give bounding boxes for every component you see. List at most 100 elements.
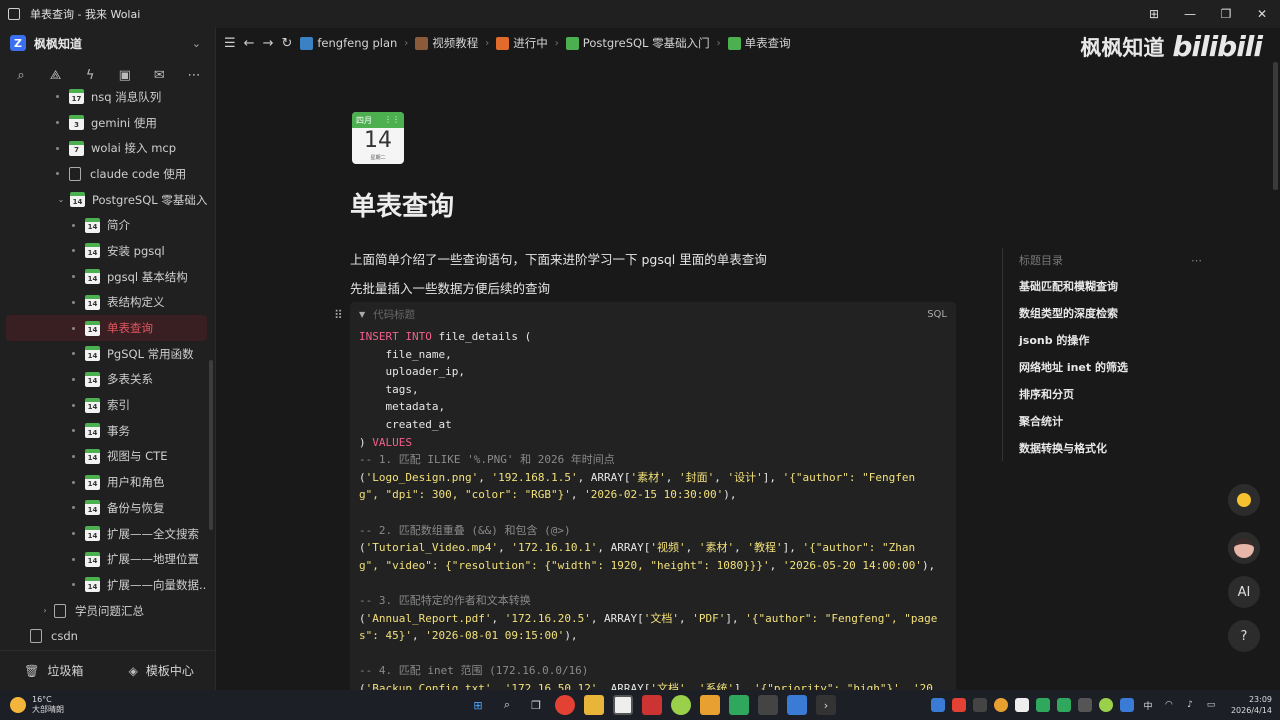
graph-icon[interactable]: ⟁: [47, 66, 65, 84]
trash-button[interactable]: 🗑 垃圾箱: [0, 662, 108, 679]
sidebar-item[interactable]: 14 安装 pgsql: [0, 238, 207, 264]
sidebar-item[interactable]: 14 用户和角色: [0, 469, 207, 495]
workspace-switcher[interactable]: Z 枫枫知道 ⌄: [0, 28, 215, 58]
help-icon[interactable]: ?: [1228, 620, 1260, 652]
tray-icon[interactable]: [1077, 698, 1092, 712]
sidebar-item[interactable]: 14 简介: [0, 212, 207, 238]
chevron-down-icon[interactable]: ⌄: [192, 37, 201, 50]
folder-icon[interactable]: [584, 695, 604, 715]
more-icon[interactable]: ⋯: [1191, 254, 1202, 267]
toc-item[interactable]: 聚合统计: [1019, 407, 1202, 434]
sidebar-item[interactable]: 14 扩展——地理位置: [0, 546, 207, 572]
sidebar-item[interactable]: › 学员问题汇总: [0, 598, 207, 624]
sidebar-item[interactable]: 17 nsq 消息队列: [0, 84, 207, 110]
page-title[interactable]: 单表查询: [350, 186, 454, 223]
tray-icon[interactable]: [1056, 698, 1071, 712]
chrome-icon[interactable]: [555, 695, 575, 715]
close-button[interactable]: ✕: [1244, 0, 1280, 28]
flash-icon[interactable]: ϟ: [81, 66, 99, 84]
app-icon[interactable]: [671, 695, 691, 715]
breadcrumb-item[interactable]: 视频教程: [415, 35, 478, 51]
volume-icon[interactable]: ♪: [1183, 698, 1197, 712]
app-icon[interactable]: [787, 695, 807, 715]
collapse-icon[interactable]: ▼: [359, 310, 365, 319]
sidebar-item[interactable]: 14 备份与恢复: [0, 495, 207, 521]
menu-icon[interactable]: ☰: [224, 36, 236, 51]
sidebar-item[interactable]: 14 视图与 CTE: [0, 444, 207, 470]
app-icon[interactable]: [729, 695, 749, 715]
sidebar-item[interactable]: 14 单表查询: [6, 315, 207, 341]
code-content[interactable]: INSERT INTO file_details ( file_name, up…: [350, 326, 956, 690]
board-icon[interactable]: ▣: [116, 66, 134, 84]
sidebar-item[interactable]: 14 扩展——向量数据...: [0, 572, 207, 598]
tray-icon[interactable]: [972, 698, 987, 712]
wifi-icon[interactable]: ◠: [1162, 698, 1176, 712]
tray-icon[interactable]: [951, 698, 966, 712]
toc-item[interactable]: 排序和分页: [1019, 380, 1202, 407]
chevron-right-icon[interactable]: ›: [40, 606, 50, 615]
toc-item[interactable]: 网络地址 inet 的筛选: [1019, 353, 1202, 380]
sidebar-item[interactable]: 14 表结构定义: [0, 290, 207, 316]
task-view-icon[interactable]: ❐: [526, 695, 546, 715]
ai-assistant-icon[interactable]: AI: [1228, 576, 1260, 608]
paragraph-2[interactable]: 先批量插入一些数据方便后续的查询: [350, 278, 550, 297]
sidebar-item[interactable]: 14 PgSQL 常用函数: [0, 341, 207, 367]
grid-icon[interactable]: ⊞: [1136, 0, 1172, 28]
search-icon[interactable]: ⌕: [497, 695, 517, 715]
breadcrumb-item[interactable]: 单表查询: [727, 35, 791, 51]
clock[interactable]: 23:09 2026/4/14: [1231, 694, 1272, 716]
toc-item[interactable]: jsonb 的操作: [1019, 326, 1202, 353]
sidebar-item[interactable]: claude code 使用: [0, 161, 207, 187]
inbox-icon[interactable]: ✉: [150, 66, 168, 84]
sidebar-item[interactable]: 14 pgsql 基本结构: [0, 264, 207, 290]
tray-icon[interactable]: [930, 698, 945, 712]
forward-icon[interactable]: →: [263, 36, 274, 51]
sidebar-item[interactable]: 3 gemini 使用: [0, 110, 207, 136]
tray-icon[interactable]: [1014, 698, 1029, 712]
page-icon[interactable]: 四月 ⋮⋮ 14 星期二: [352, 112, 404, 164]
app-icon[interactable]: [700, 695, 720, 715]
minimize-button[interactable]: —: [1172, 0, 1208, 28]
weather-widget[interactable]: 16°C 大部晴朗: [10, 695, 64, 715]
app-icon[interactable]: [642, 695, 662, 715]
code-block[interactable]: ▼ 代码标题 SQL INSERT INTO file_details ( fi…: [350, 302, 956, 690]
chevron-down-icon[interactable]: ⌄: [56, 195, 66, 204]
battery-icon[interactable]: ▭: [1204, 698, 1218, 712]
refresh-icon[interactable]: ↻: [281, 36, 292, 51]
templates-button[interactable]: ◈ 模板中心: [108, 662, 216, 679]
maximize-button[interactable]: ❐: [1208, 0, 1244, 28]
content-scrollbar[interactable]: [1273, 62, 1278, 190]
sidebar-item[interactable]: 14 多表关系: [0, 367, 207, 393]
sidebar-item[interactable]: 14 扩展——全文搜索: [0, 521, 207, 547]
app-icon[interactable]: [758, 695, 778, 715]
sidebar-item[interactable]: csdn: [0, 623, 207, 648]
sidebar-item[interactable]: 7 wolai 接入 mcp: [0, 135, 207, 161]
code-caption[interactable]: 代码标题: [373, 307, 415, 322]
sidebar-item[interactable]: 14 事务: [0, 418, 207, 444]
tray-icon[interactable]: [1035, 698, 1050, 712]
tray-icon[interactable]: [993, 698, 1008, 712]
ime-indicator[interactable]: 中: [1141, 698, 1155, 712]
toc-item[interactable]: 基础匹配和模糊查询: [1019, 272, 1202, 299]
breadcrumb-item[interactable]: fengfeng plan: [300, 36, 397, 50]
avatar[interactable]: [1228, 532, 1260, 564]
breadcrumb-item[interactable]: PostgreSQL 零基础入门: [565, 35, 710, 51]
breadcrumb-item[interactable]: 进行中: [496, 35, 548, 51]
coin-icon[interactable]: [1228, 484, 1260, 516]
toc-item[interactable]: 数据转换与格式化: [1019, 434, 1202, 461]
sidebar-scrollbar[interactable]: [209, 360, 213, 530]
code-language[interactable]: SQL: [927, 309, 947, 320]
paragraph-1[interactable]: 上面简单介绍了一些查询语句，下面来进阶学习一下 pgsql 里面的单表查询: [350, 249, 767, 268]
drag-handle-icon[interactable]: ⠿: [334, 308, 343, 322]
sidebar-item[interactable]: ⌄ 14 PostgreSQL 零基础入...: [0, 187, 207, 213]
start-icon[interactable]: ⊞: [468, 695, 488, 715]
tray-icon[interactable]: [1119, 698, 1134, 712]
terminal-icon[interactable]: ›: [816, 695, 836, 715]
back-icon[interactable]: ←: [244, 36, 255, 51]
search-icon[interactable]: ⌕: [12, 66, 30, 84]
wolai-icon[interactable]: [613, 695, 633, 715]
toc-item[interactable]: 数组类型的深度检索: [1019, 299, 1202, 326]
more-icon[interactable]: ⋯: [185, 66, 203, 84]
sidebar-item[interactable]: 14 索引: [0, 392, 207, 418]
tray-icon[interactable]: [1098, 698, 1113, 712]
